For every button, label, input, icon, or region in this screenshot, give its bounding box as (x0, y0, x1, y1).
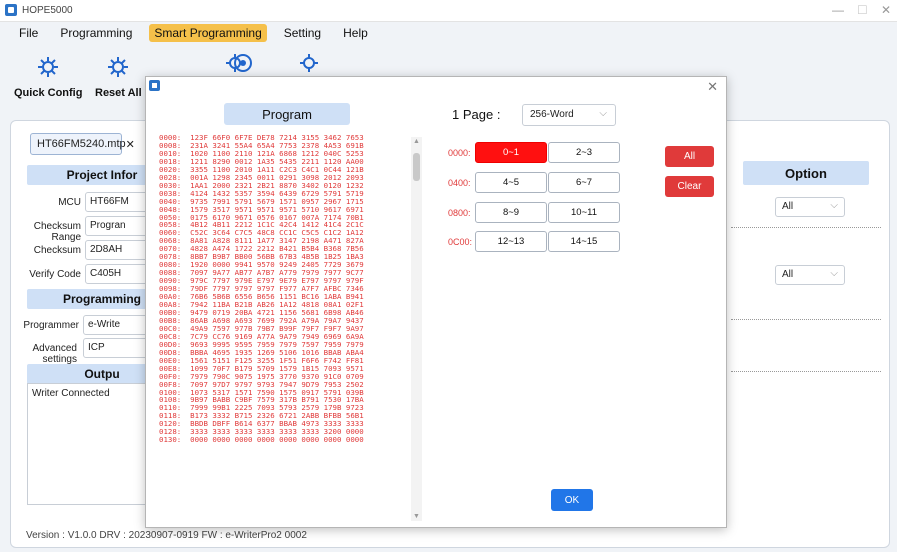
gear-icon (38, 57, 59, 77)
page-address: 0000: (448, 148, 471, 158)
menu-smart-programming[interactable]: Smart Programming (149, 24, 267, 42)
scroll-down-icon[interactable]: ▼ (413, 513, 420, 520)
page-address: 0800: (448, 208, 471, 218)
gear-icon (108, 57, 129, 77)
menu-help[interactable]: Help (338, 24, 373, 42)
page-button[interactable]: 14~15 (548, 231, 620, 252)
mcu-label: MCU (58, 197, 81, 208)
hex-dump: 0000: 123F 66F0 6F7E DE78 7214 3155 3462… (159, 134, 415, 522)
page-address: 0C00: (448, 237, 473, 247)
ok-button[interactable]: OK (551, 489, 593, 511)
chevron-down-icon: ⌵ (599, 108, 607, 119)
menu-file[interactable]: File (14, 24, 43, 42)
divider (731, 227, 881, 228)
chevron-down-icon: ⌵ (830, 268, 838, 279)
page-button[interactable]: 8~9 (475, 202, 547, 223)
quick-config-label: Quick Config (14, 87, 83, 99)
hex-scrollbar[interactable]: ▲ ▼ (411, 137, 422, 521)
checksum-range-label: Checksum Range (33, 221, 81, 243)
status-bar: Version : V1.0.0 DRV : 20230907-0919 FW … (26, 530, 307, 541)
program-dialog: ✕ Program 0000: 123F 66F0 6F7E DE78 7214… (145, 76, 727, 528)
maximize-button[interactable]: ☐ (857, 3, 868, 17)
quick-config-button[interactable]: Quick Config (14, 54, 82, 99)
checksum-label: Checksum (33, 245, 81, 256)
minimize-button[interactable]: — (832, 3, 844, 17)
menu-programming[interactable]: Programming (55, 24, 137, 42)
verify-code-label: Verify Code (29, 269, 81, 280)
page-button[interactable]: 6~7 (548, 172, 620, 193)
page-button[interactable]: 4~5 (475, 172, 547, 193)
page-label: 1 Page : (452, 107, 501, 122)
dialog-app-icon (149, 80, 160, 91)
option-select-1[interactable]: All ⌵ (775, 197, 845, 217)
page-size-value: 256-Word (530, 109, 574, 120)
page-address: 0400: (448, 178, 471, 188)
option-header: Option (743, 161, 869, 185)
page-button[interactable]: 2~3 (548, 142, 620, 163)
file-tab-close-icon[interactable]: ✕ (126, 138, 135, 151)
page-size-select[interactable]: 256-Word ⌵ (522, 104, 616, 126)
programmer-label: Programmer (23, 320, 79, 331)
title-bar: HOPE5000 — ☐ ✕ (0, 0, 897, 22)
hex-line: 0130: 0000 0000 0000 0000 0000 0000 0000… (159, 435, 364, 445)
app-icon (5, 4, 17, 16)
output-text: Writer Connected (32, 388, 110, 399)
page-button[interactable]: 10~11 (548, 202, 620, 223)
menu-bar: File Programming Smart Programming Setti… (0, 22, 897, 44)
chevron-down-icon: ⌵ (830, 200, 838, 211)
output-log: Writer Connected (27, 383, 157, 505)
scrollbar-thumb[interactable] (413, 153, 420, 181)
divider (731, 371, 881, 372)
reset-all-button[interactable]: Reset All (95, 54, 142, 99)
select-all-button[interactable]: All (665, 146, 714, 167)
advanced-settings-label: Advanced settings (32, 343, 77, 365)
scroll-up-icon[interactable]: ▲ (413, 138, 420, 145)
page-button[interactable]: 12~13 (475, 231, 547, 252)
target-icon (234, 54, 252, 72)
window-title: HOPE5000 (22, 5, 73, 16)
file-tab-name: HT66FM5240.mtp (37, 138, 126, 150)
menu-setting[interactable]: Setting (279, 24, 326, 42)
page-button[interactable]: 0~1 (475, 142, 547, 163)
close-window-button[interactable]: ✕ (881, 3, 891, 17)
file-tab[interactable]: HT66FM5240.mtp ✕ (30, 133, 135, 155)
divider (731, 319, 881, 320)
gear-icon (300, 54, 318, 72)
option-select-2-value: All (782, 269, 794, 280)
option-select-2[interactable]: All ⌵ (775, 265, 845, 285)
option-select-1-value: All (782, 201, 794, 212)
app-window: HOPE5000 — ☐ ✕ File Programming Smart Pr… (0, 0, 897, 552)
program-header: Program (224, 103, 350, 125)
clear-button[interactable]: Clear (665, 176, 714, 197)
dialog-close-button[interactable]: ✕ (707, 79, 718, 95)
reset-all-label: Reset All (95, 87, 142, 99)
